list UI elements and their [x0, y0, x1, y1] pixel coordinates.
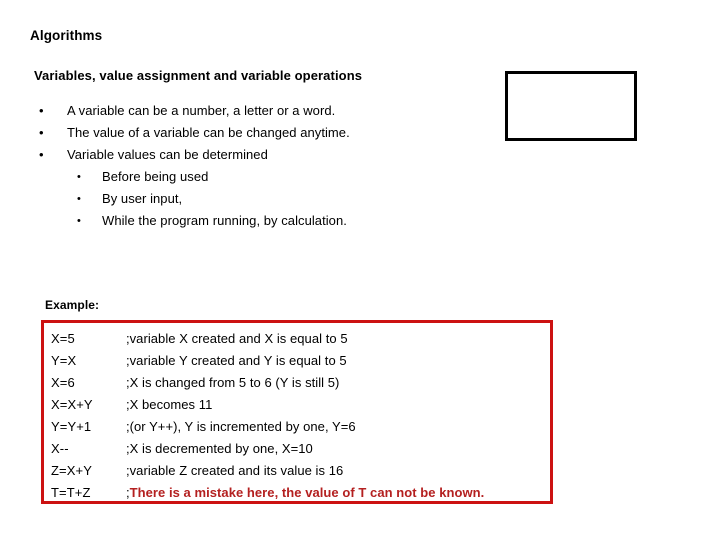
- list-item-label: Before being used: [102, 169, 209, 184]
- code-example-box: X=5 ; variable X created and X is equal …: [41, 320, 553, 504]
- slide-canvas: Algorithms Variables, value assignment a…: [0, 0, 720, 540]
- list-item: • While the program running, by calculat…: [34, 210, 494, 232]
- code-line: X=X+Y ; X becomes 11: [44, 394, 550, 416]
- code-line-error: T=T+Z ; There is a mistake here, the val…: [44, 482, 550, 504]
- code-expression: X=6: [51, 375, 75, 390]
- bullet-point-icon: •: [77, 215, 81, 227]
- code-expression: Y=X: [51, 353, 77, 368]
- example-label: Example:: [45, 298, 100, 312]
- code-line: Y=X ; variable Y created and Y is equal …: [44, 350, 550, 372]
- code-comment: (or Y++), Y is incremented by one, Y=6: [129, 419, 356, 434]
- code-comment: variable Z created and its value is 16: [129, 463, 344, 478]
- code-expression: X=X+Y: [51, 397, 93, 412]
- list-item-label: A variable can be a number, a letter or …: [67, 103, 336, 118]
- code-expression: X--: [51, 441, 69, 456]
- list-item-label: The value of a variable can be changed a…: [67, 125, 350, 140]
- code-comment: variable Y created and Y is equal to 5: [129, 353, 347, 368]
- code-expression: Y=Y+1: [51, 419, 92, 434]
- code-line: Z=X+Y ; variable Z created and its value…: [44, 460, 550, 482]
- list-item: • The value of a variable can be changed…: [34, 122, 494, 144]
- code-comment: X is changed from 5 to 6 (Y is still 5): [129, 375, 340, 390]
- list-item: • A variable can be a number, a letter o…: [34, 100, 494, 122]
- bullet-point-icon: •: [77, 171, 81, 183]
- code-line: Y=Y+1 ; (or Y++), Y is incremented by on…: [44, 416, 550, 438]
- bullet-point-icon: •: [39, 103, 44, 118]
- code-comment: X becomes 11: [129, 397, 213, 412]
- empty-placeholder-box: [505, 71, 637, 141]
- code-comment: variable X created and X is equal to 5: [129, 331, 348, 346]
- list-item: • Variable values can be determined: [34, 144, 494, 166]
- list-item-label: By user input,: [102, 191, 183, 206]
- bullet-list: • A variable can be a number, a letter o…: [34, 100, 494, 232]
- code-comment-error: There is a mistake here, the value of T …: [129, 485, 485, 500]
- slide-subtitle: Variables, value assignment and variable…: [34, 68, 363, 83]
- code-expression: Z=X+Y: [51, 463, 92, 478]
- list-item: • Before being used: [34, 166, 494, 188]
- code-expression: T=T+Z: [51, 485, 91, 500]
- bullet-point-icon: •: [39, 147, 44, 162]
- bullet-point-icon: •: [39, 125, 44, 140]
- list-item-label: Variable values can be determined: [67, 147, 268, 162]
- list-item: • By user input,: [34, 188, 494, 210]
- bullet-point-icon: •: [77, 193, 81, 205]
- code-line: X=6 ; X is changed from 5 to 6 (Y is sti…: [44, 372, 550, 394]
- code-line: X-- ; X is decremented by one, X=10: [44, 438, 550, 460]
- page-title: Algorithms: [30, 28, 103, 43]
- code-comment: X is decremented by one, X=10: [129, 441, 313, 456]
- list-item-label: While the program running, by calculatio…: [102, 213, 347, 228]
- code-expression: X=5: [51, 331, 75, 346]
- code-line: X=5 ; variable X created and X is equal …: [44, 328, 550, 350]
